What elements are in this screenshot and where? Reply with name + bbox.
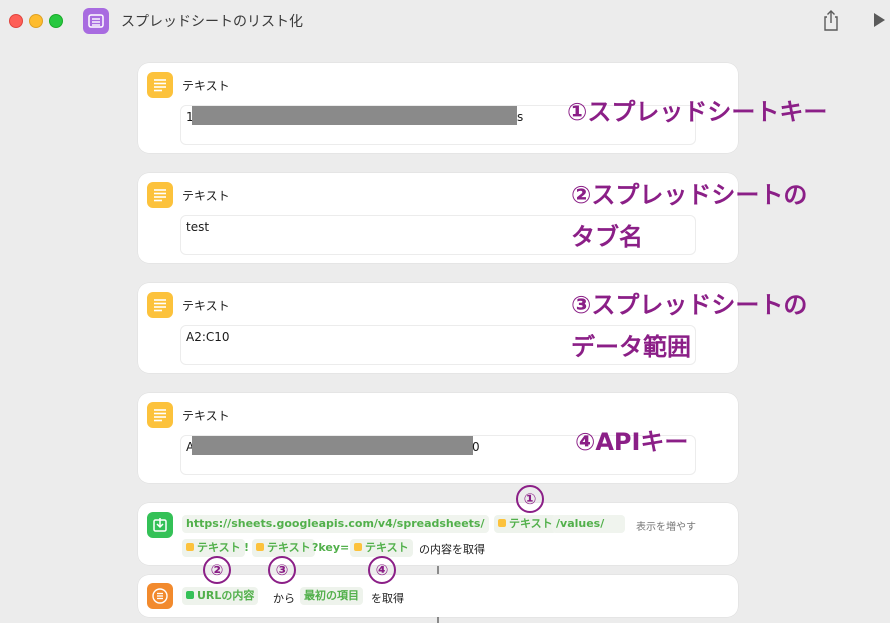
action-title: テキスト [182, 79, 230, 93]
get-item-from-list-action[interactable]: URLの内容 から 最初の項目 を取得 [138, 575, 738, 617]
annotation-number-2: ② [203, 556, 231, 584]
annotation-data-range: ③スプレッドシートの データ範囲 [571, 291, 808, 361]
from-label: から [273, 592, 295, 605]
flow-connector [437, 566, 439, 574]
show-more-link[interactable]: 表示を増やす [636, 518, 696, 533]
text-lines-icon [147, 402, 173, 428]
text-value-suffix: s [517, 110, 524, 124]
text-lines-icon [147, 182, 173, 208]
input-variable-url-contents[interactable]: URLの内容 [182, 587, 259, 605]
flow-connector [437, 617, 439, 623]
annotation-number-3: ③ [268, 556, 296, 584]
action-title: テキスト [182, 189, 230, 203]
share-icon[interactable] [821, 8, 841, 32]
annotation-number-4: ④ [368, 556, 396, 584]
redaction-bar [192, 436, 473, 455]
text-variable-icon [186, 543, 194, 551]
text-variable-icon [498, 519, 506, 527]
variable-token-text-1[interactable]: テキスト [494, 515, 557, 533]
title-bar: スプレッドシートのリスト化 [0, 0, 890, 42]
annotation-spreadsheet-key: ①スプレッドシートキー [567, 98, 828, 126]
text-lines-icon [147, 72, 173, 98]
action-title: テキスト [182, 299, 230, 313]
text-value: test [186, 220, 210, 234]
variable-token-text-3[interactable]: テキスト [252, 539, 315, 557]
play-icon[interactable] [874, 13, 885, 27]
text-variable-icon [256, 543, 264, 551]
text-lines-icon [147, 292, 173, 318]
action-suffix: を取得 [371, 592, 404, 605]
get-contents-of-url-action[interactable]: https://sheets.googleapis.com/v4/spreads… [138, 503, 738, 565]
annotation-number-1: ① [516, 485, 544, 513]
values-path: /values/ [552, 515, 625, 533]
download-icon [147, 512, 173, 538]
close-window-button[interactable] [9, 14, 23, 28]
action-suffix: の内容を取得 [419, 543, 485, 556]
download-variable-icon [186, 591, 194, 599]
text-value-suffix: 0 [472, 440, 480, 454]
minimize-window-button[interactable] [29, 14, 43, 28]
list-icon [147, 583, 173, 609]
item-selector[interactable]: 最初の項目 [300, 587, 363, 605]
variable-token-text-4[interactable]: テキスト [350, 539, 413, 557]
window-title: スプレッドシートのリスト化 [121, 14, 303, 30]
text-variable-icon [354, 543, 362, 551]
annotation-api-key: ④APIキー [575, 428, 689, 456]
key-param: ?key= [312, 541, 350, 554]
text-value: A2:C10 [186, 330, 230, 344]
annotation-tab-name: ②スプレッドシートの タブ名 [571, 181, 808, 251]
separator-bang: ! [244, 541, 250, 554]
redaction-bar [192, 106, 517, 125]
action-title: テキスト [182, 409, 230, 423]
variable-token-text-2[interactable]: テキスト [182, 539, 245, 557]
url-text: https://sheets.googleapis.com/v4/spreads… [186, 517, 485, 530]
url-field[interactable]: https://sheets.googleapis.com/v4/spreads… [182, 515, 489, 533]
zoom-window-button[interactable] [49, 14, 63, 28]
list-doc-icon [83, 8, 109, 34]
